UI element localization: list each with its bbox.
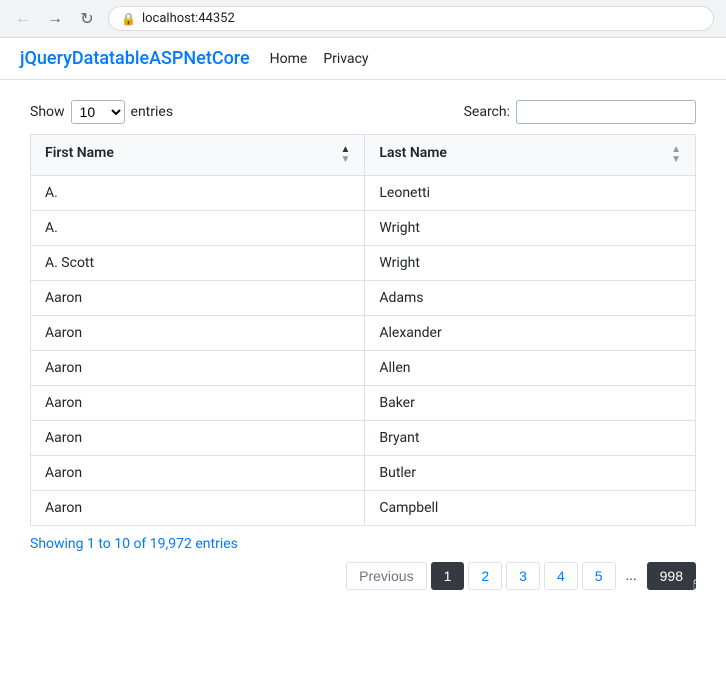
- pagination-ellipsis: ...: [620, 563, 643, 589]
- cell-last-name: Wright: [365, 246, 696, 281]
- forward-button[interactable]: →: [44, 8, 66, 30]
- table-header-row: First Name ▲ ▼ Last Name ▲ ▼: [31, 135, 696, 176]
- cell-last-name: Campbell: [365, 491, 696, 526]
- url-text: localhost:44352: [142, 11, 235, 26]
- datatable-info: Showing 1 to 10 of 19,972 entries: [30, 536, 696, 552]
- navbar-nav: Home Privacy: [270, 51, 369, 67]
- cell-first-name: Aaron: [31, 456, 365, 491]
- pagination: Previous 1 2 3 4 5 ... 998: [346, 562, 696, 590]
- page-button-5[interactable]: 5: [582, 562, 616, 590]
- table-row: A.Wright: [31, 211, 696, 246]
- sort-down-icon: ▼: [340, 155, 350, 165]
- pagination-wrap: Previous 1 2 3 4 5 ... 998: [30, 562, 696, 590]
- lock-icon: 🔒: [121, 12, 136, 26]
- datatable-info-text: Showing 1 to 10 of 19,972 entries: [30, 536, 238, 552]
- show-entries-control: Show 10 25 50 100 entries: [30, 100, 173, 124]
- page-button-2[interactable]: 2: [468, 562, 502, 590]
- table-row: AaronButler: [31, 456, 696, 491]
- table-row: A. ScottWright: [31, 246, 696, 281]
- cell-first-name: A.: [31, 211, 365, 246]
- cell-first-name: Aaron: [31, 316, 365, 351]
- page-button-last[interactable]: 998: [647, 562, 696, 590]
- table-row: AaronBryant: [31, 421, 696, 456]
- navbar-brand[interactable]: jQueryDatatableASPNetCore: [20, 48, 250, 69]
- cell-last-name: Allen: [365, 351, 696, 386]
- cell-first-name: A. Scott: [31, 246, 365, 281]
- page-button-3[interactable]: 3: [506, 562, 540, 590]
- table-row: AaronAllen: [31, 351, 696, 386]
- table-row: AaronAdams: [31, 281, 696, 316]
- table-row: A.Leonetti: [31, 176, 696, 211]
- nav-link-privacy[interactable]: Privacy: [323, 51, 368, 67]
- search-control: Search:: [464, 100, 696, 124]
- show-label: Show: [30, 104, 65, 120]
- navbar: jQueryDatatableASPNetCore Home Privacy: [0, 38, 726, 80]
- entries-label: entries: [131, 104, 174, 120]
- sort-down-icon: ▼: [671, 155, 681, 165]
- table-head: First Name ▲ ▼ Last Name ▲ ▼: [31, 135, 696, 176]
- table-row: AaronCampbell: [31, 491, 696, 526]
- datatable-controls-top: Show 10 25 50 100 entries Search:: [30, 100, 696, 124]
- search-label: Search:: [464, 104, 510, 120]
- page: jQueryDatatableASPNetCore Home Privacy S…: [0, 38, 726, 610]
- cell-last-name: Butler: [365, 456, 696, 491]
- reload-button[interactable]: ↻: [76, 8, 98, 30]
- cell-first-name: A.: [31, 176, 365, 211]
- page-length-select[interactable]: 10 25 50 100: [71, 100, 125, 124]
- nav-link-home[interactable]: Home: [270, 51, 308, 67]
- table-row: AaronAlexander: [31, 316, 696, 351]
- cell-last-name: Bryant: [365, 421, 696, 456]
- back-button[interactable]: ←: [12, 8, 34, 30]
- column-header-last-name[interactable]: Last Name ▲ ▼: [365, 135, 696, 176]
- search-input[interactable]: [516, 100, 696, 124]
- cell-first-name: Aaron: [31, 491, 365, 526]
- cell-last-name: Baker: [365, 386, 696, 421]
- datatable: First Name ▲ ▼ Last Name ▲ ▼: [30, 134, 696, 526]
- column-header-first-name[interactable]: First Name ▲ ▼: [31, 135, 365, 176]
- sort-icon-first-name: ▲ ▼: [340, 145, 350, 165]
- table-body: A.LeonettiA.WrightA. ScottWrightAaronAda…: [31, 176, 696, 526]
- cell-last-name: Leonetti: [365, 176, 696, 211]
- sort-icon-last-name: ▲ ▼: [671, 145, 681, 165]
- previous-button[interactable]: Previous: [346, 562, 426, 590]
- cell-first-name: Aaron: [31, 386, 365, 421]
- page-button-4[interactable]: 4: [544, 562, 578, 590]
- cell-last-name: Wright: [365, 211, 696, 246]
- cell-last-name: Alexander: [365, 316, 696, 351]
- cell-first-name: Aaron: [31, 351, 365, 386]
- address-bar[interactable]: 🔒 localhost:44352: [108, 6, 714, 31]
- page-button-1[interactable]: 1: [431, 562, 465, 590]
- table-row: AaronBaker: [31, 386, 696, 421]
- cell-first-name: Aaron: [31, 281, 365, 316]
- main-content: Show 10 25 50 100 entries Search: First …: [0, 80, 726, 610]
- cell-first-name: Aaron: [31, 421, 365, 456]
- browser-chrome: ← → ↻ 🔒 localhost:44352: [0, 0, 726, 38]
- nav-item-privacy: Privacy: [323, 51, 368, 67]
- cell-last-name: Adams: [365, 281, 696, 316]
- nav-item-home: Home: [270, 51, 308, 67]
